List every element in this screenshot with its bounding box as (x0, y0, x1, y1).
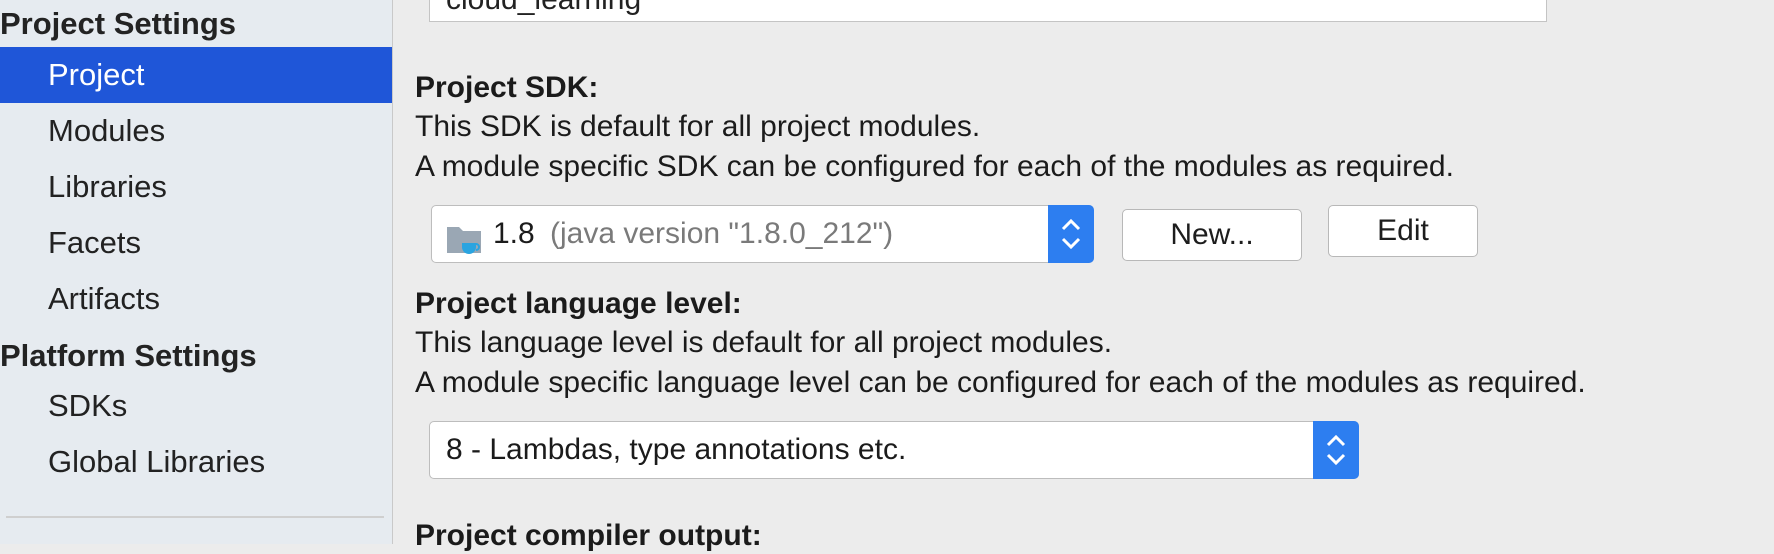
java-sdk-folder-icon (446, 220, 486, 276)
sdk-version: 1.8 (493, 217, 535, 250)
chevron-up-down-icon[interactable] (1048, 205, 1094, 263)
sdk-description-2: A module specific SDK can be configured … (415, 150, 1454, 183)
project-settings-header: Project Settings (0, 6, 236, 41)
sidebar-divider (6, 516, 384, 518)
language-description-1: This language level is default for all p… (415, 326, 1113, 359)
sidebar-item-global-libraries[interactable]: Global Libraries (0, 434, 392, 490)
platform-settings-header: Platform Settings (0, 338, 257, 373)
settings-sidebar: Project Settings Project Modules Librari… (0, 0, 393, 544)
language-level-dropdown[interactable]: 8 - Lambdas, type annotations etc. (429, 421, 1359, 479)
project-name-field[interactable]: cloud_learning (429, 0, 1547, 22)
edit-sdk-button[interactable]: Edit (1328, 205, 1478, 257)
sidebar-item-sdks[interactable]: SDKs (0, 378, 392, 434)
sdk-version-detail: (java version "1.8.0_212") (550, 217, 894, 250)
chevron-up-down-icon[interactable] (1313, 421, 1359, 479)
new-sdk-button[interactable]: New... (1122, 209, 1302, 261)
sdk-description-1: This SDK is default for all project modu… (415, 110, 981, 143)
project-settings-panel: cloud_learning Project SDK: This SDK is … (393, 0, 1774, 552)
sidebar-item-facets[interactable]: Facets (0, 215, 392, 271)
project-compiler-output-heading: Project compiler output: (415, 519, 762, 552)
language-level-value: 8 - Lambdas, type annotations etc. (446, 433, 907, 466)
sdk-dropdown[interactable]: 1.8 (java version "1.8.0_212") (431, 205, 1094, 263)
sidebar-item-project[interactable]: Project (0, 47, 392, 103)
sidebar-item-libraries[interactable]: Libraries (0, 159, 392, 215)
language-description-2: A module specific language level can be … (415, 366, 1586, 399)
project-language-level-heading: Project language level: (415, 287, 742, 320)
sidebar-item-artifacts[interactable]: Artifacts (0, 271, 392, 327)
sidebar-item-modules[interactable]: Modules (0, 103, 392, 159)
project-sdk-heading: Project SDK: (415, 71, 599, 104)
